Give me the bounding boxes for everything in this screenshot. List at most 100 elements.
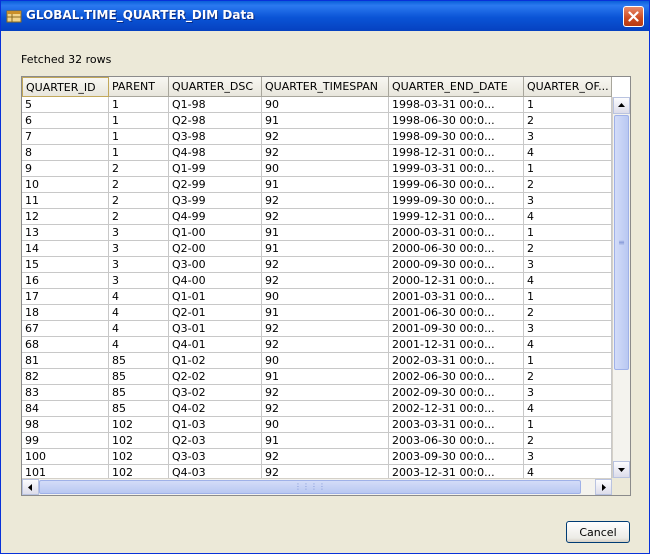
- table-cell-quarter-timespan[interactable]: 92: [262, 193, 389, 209]
- table-cell-quarter-end-date[interactable]: 2001-09-30 00:0...: [389, 321, 524, 337]
- table-cell-quarter-dsc[interactable]: Q2-01: [169, 305, 262, 321]
- table-row[interactable]: 12 2 Q4-99 92 1999-12-31 00:0... 4: [22, 209, 612, 225]
- table-row[interactable]: 15 3 Q3-00 92 2000-09-30 00:0... 3: [22, 257, 612, 273]
- table-cell-quarter-id[interactable]: 18: [22, 305, 109, 321]
- table-cell-quarter-id[interactable]: 99: [22, 433, 109, 449]
- table-cell-quarter-timespan[interactable]: 92: [262, 401, 389, 417]
- column-header-quarter-end-date[interactable]: QUARTER_END_DATE: [389, 77, 524, 97]
- table-row[interactable]: 84 85 Q4-02 92 2002-12-31 00:0... 4: [22, 401, 612, 417]
- table-cell-quarter-timespan[interactable]: 90: [262, 161, 389, 177]
- close-button[interactable]: [623, 6, 644, 27]
- table-cell-quarter-timespan[interactable]: 91: [262, 305, 389, 321]
- table-cell-quarter-dsc[interactable]: Q2-02: [169, 369, 262, 385]
- table-cell-quarter-of[interactable]: 3: [524, 385, 612, 401]
- table-cell-quarter-of[interactable]: 1: [524, 417, 612, 433]
- table-cell-quarter-of[interactable]: 3: [524, 449, 612, 465]
- table-cell-quarter-dsc[interactable]: Q4-02: [169, 401, 262, 417]
- table-cell-quarter-dsc[interactable]: Q2-99: [169, 177, 262, 193]
- table-cell-quarter-timespan[interactable]: 90: [262, 289, 389, 305]
- table-cell-parent[interactable]: 3: [109, 225, 169, 241]
- table-cell-parent[interactable]: 2: [109, 177, 169, 193]
- table-cell-quarter-dsc[interactable]: Q1-03: [169, 417, 262, 433]
- table-cell-quarter-end-date[interactable]: 1999-09-30 00:0...: [389, 193, 524, 209]
- table-cell-parent[interactable]: 102: [109, 417, 169, 433]
- vertical-scrollbar[interactable]: ≡: [612, 97, 630, 478]
- table-cell-quarter-end-date[interactable]: 1999-12-31 00:0...: [389, 209, 524, 225]
- table-cell-parent[interactable]: 3: [109, 273, 169, 289]
- table-cell-quarter-timespan[interactable]: 92: [262, 273, 389, 289]
- scroll-up-button[interactable]: [613, 97, 630, 114]
- table-cell-quarter-id[interactable]: 11: [22, 193, 109, 209]
- table-row[interactable]: 81 85 Q1-02 90 2002-03-31 00:0... 1: [22, 353, 612, 369]
- table-cell-quarter-end-date[interactable]: 2003-12-31 00:0...: [389, 465, 524, 478]
- table-cell-parent[interactable]: 1: [109, 97, 169, 113]
- table-row[interactable]: 11 2 Q3-99 92 1999-09-30 00:0... 3: [22, 193, 612, 209]
- table-cell-quarter-dsc[interactable]: Q4-00: [169, 273, 262, 289]
- table-cell-quarter-end-date[interactable]: 1998-06-30 00:0...: [389, 113, 524, 129]
- table-cell-quarter-end-date[interactable]: 2002-06-30 00:0...: [389, 369, 524, 385]
- table-cell-quarter-timespan[interactable]: 90: [262, 353, 389, 369]
- table-cell-quarter-id[interactable]: 16: [22, 273, 109, 289]
- table-cell-quarter-end-date[interactable]: 2002-03-31 00:0...: [389, 353, 524, 369]
- table-cell-parent[interactable]: 2: [109, 193, 169, 209]
- table-cell-quarter-of[interactable]: 4: [524, 145, 612, 161]
- table-cell-quarter-id[interactable]: 6: [22, 113, 109, 129]
- table-cell-quarter-timespan[interactable]: 92: [262, 145, 389, 161]
- table-cell-quarter-of[interactable]: 1: [524, 161, 612, 177]
- table-row[interactable]: 67 4 Q3-01 92 2001-09-30 00:0... 3: [22, 321, 612, 337]
- table-cell-parent[interactable]: 85: [109, 385, 169, 401]
- table-cell-parent[interactable]: 102: [109, 449, 169, 465]
- table-cell-quarter-of[interactable]: 2: [524, 369, 612, 385]
- table-cell-parent[interactable]: 102: [109, 465, 169, 478]
- table-row[interactable]: 18 4 Q2-01 91 2001-06-30 00:0... 2: [22, 305, 612, 321]
- table-cell-quarter-of[interactable]: 3: [524, 193, 612, 209]
- table-cell-quarter-timespan[interactable]: 91: [262, 225, 389, 241]
- table-row[interactable]: 5 1 Q1-98 90 1998-03-31 00:0... 1: [22, 97, 612, 113]
- table-cell-quarter-end-date[interactable]: 1998-12-31 00:0...: [389, 145, 524, 161]
- table-cell-parent[interactable]: 2: [109, 209, 169, 225]
- table-cell-quarter-dsc[interactable]: Q2-00: [169, 241, 262, 257]
- table-cell-quarter-of[interactable]: 1: [524, 97, 612, 113]
- table-cell-parent[interactable]: 3: [109, 257, 169, 273]
- table-cell-quarter-dsc[interactable]: Q4-99: [169, 209, 262, 225]
- table-row[interactable]: 17 4 Q1-01 90 2001-03-31 00:0... 1: [22, 289, 612, 305]
- table-cell-parent[interactable]: 4: [109, 289, 169, 305]
- table-cell-quarter-id[interactable]: 68: [22, 337, 109, 353]
- table-cell-quarter-id[interactable]: 7: [22, 129, 109, 145]
- table-cell-parent[interactable]: 2: [109, 161, 169, 177]
- table-cell-quarter-of[interactable]: 1: [524, 353, 612, 369]
- table-cell-quarter-end-date[interactable]: 2001-06-30 00:0...: [389, 305, 524, 321]
- table-cell-quarter-dsc[interactable]: Q1-01: [169, 289, 262, 305]
- table-cell-quarter-end-date[interactable]: 2000-03-31 00:0...: [389, 225, 524, 241]
- table-cell-quarter-timespan[interactable]: 92: [262, 321, 389, 337]
- table-cell-quarter-id[interactable]: 84: [22, 401, 109, 417]
- table-cell-quarter-of[interactable]: 2: [524, 177, 612, 193]
- table-cell-quarter-id[interactable]: 5: [22, 97, 109, 113]
- table-cell-quarter-dsc[interactable]: Q1-98: [169, 97, 262, 113]
- table-cell-parent[interactable]: 85: [109, 353, 169, 369]
- table-cell-quarter-dsc[interactable]: Q4-03: [169, 465, 262, 478]
- table-cell-quarter-timespan[interactable]: 91: [262, 177, 389, 193]
- table-cell-quarter-of[interactable]: 4: [524, 401, 612, 417]
- table-row[interactable]: 82 85 Q2-02 91 2002-06-30 00:0... 2: [22, 369, 612, 385]
- table-cell-quarter-id[interactable]: 101: [22, 465, 109, 478]
- table-cell-quarter-dsc[interactable]: Q3-98: [169, 129, 262, 145]
- table-cell-quarter-of[interactable]: 2: [524, 113, 612, 129]
- table-cell-quarter-timespan[interactable]: 91: [262, 113, 389, 129]
- table-cell-quarter-end-date[interactable]: 1998-03-31 00:0...: [389, 97, 524, 113]
- table-row[interactable]: 7 1 Q3-98 92 1998-09-30 00:0... 3: [22, 129, 612, 145]
- table-cell-quarter-timespan[interactable]: 92: [262, 129, 389, 145]
- table-cell-quarter-dsc[interactable]: Q3-99: [169, 193, 262, 209]
- table-cell-quarter-end-date[interactable]: 1999-06-30 00:0...: [389, 177, 524, 193]
- table-cell-quarter-of[interactable]: 3: [524, 321, 612, 337]
- column-header-quarter-id[interactable]: QUARTER_ID: [22, 77, 109, 97]
- column-header-quarter-dsc[interactable]: QUARTER_DSC: [169, 77, 262, 97]
- table-row[interactable]: 14 3 Q2-00 91 2000-06-30 00:0... 2: [22, 241, 612, 257]
- table-cell-parent[interactable]: 1: [109, 145, 169, 161]
- table-cell-quarter-id[interactable]: 12: [22, 209, 109, 225]
- table-cell-quarter-timespan[interactable]: 90: [262, 417, 389, 433]
- table-cell-quarter-of[interactable]: 4: [524, 209, 612, 225]
- table-row[interactable]: 10 2 Q2-99 91 1999-06-30 00:0... 2: [22, 177, 612, 193]
- table-row[interactable]: 68 4 Q4-01 92 2001-12-31 00:0... 4: [22, 337, 612, 353]
- table-cell-parent[interactable]: 4: [109, 321, 169, 337]
